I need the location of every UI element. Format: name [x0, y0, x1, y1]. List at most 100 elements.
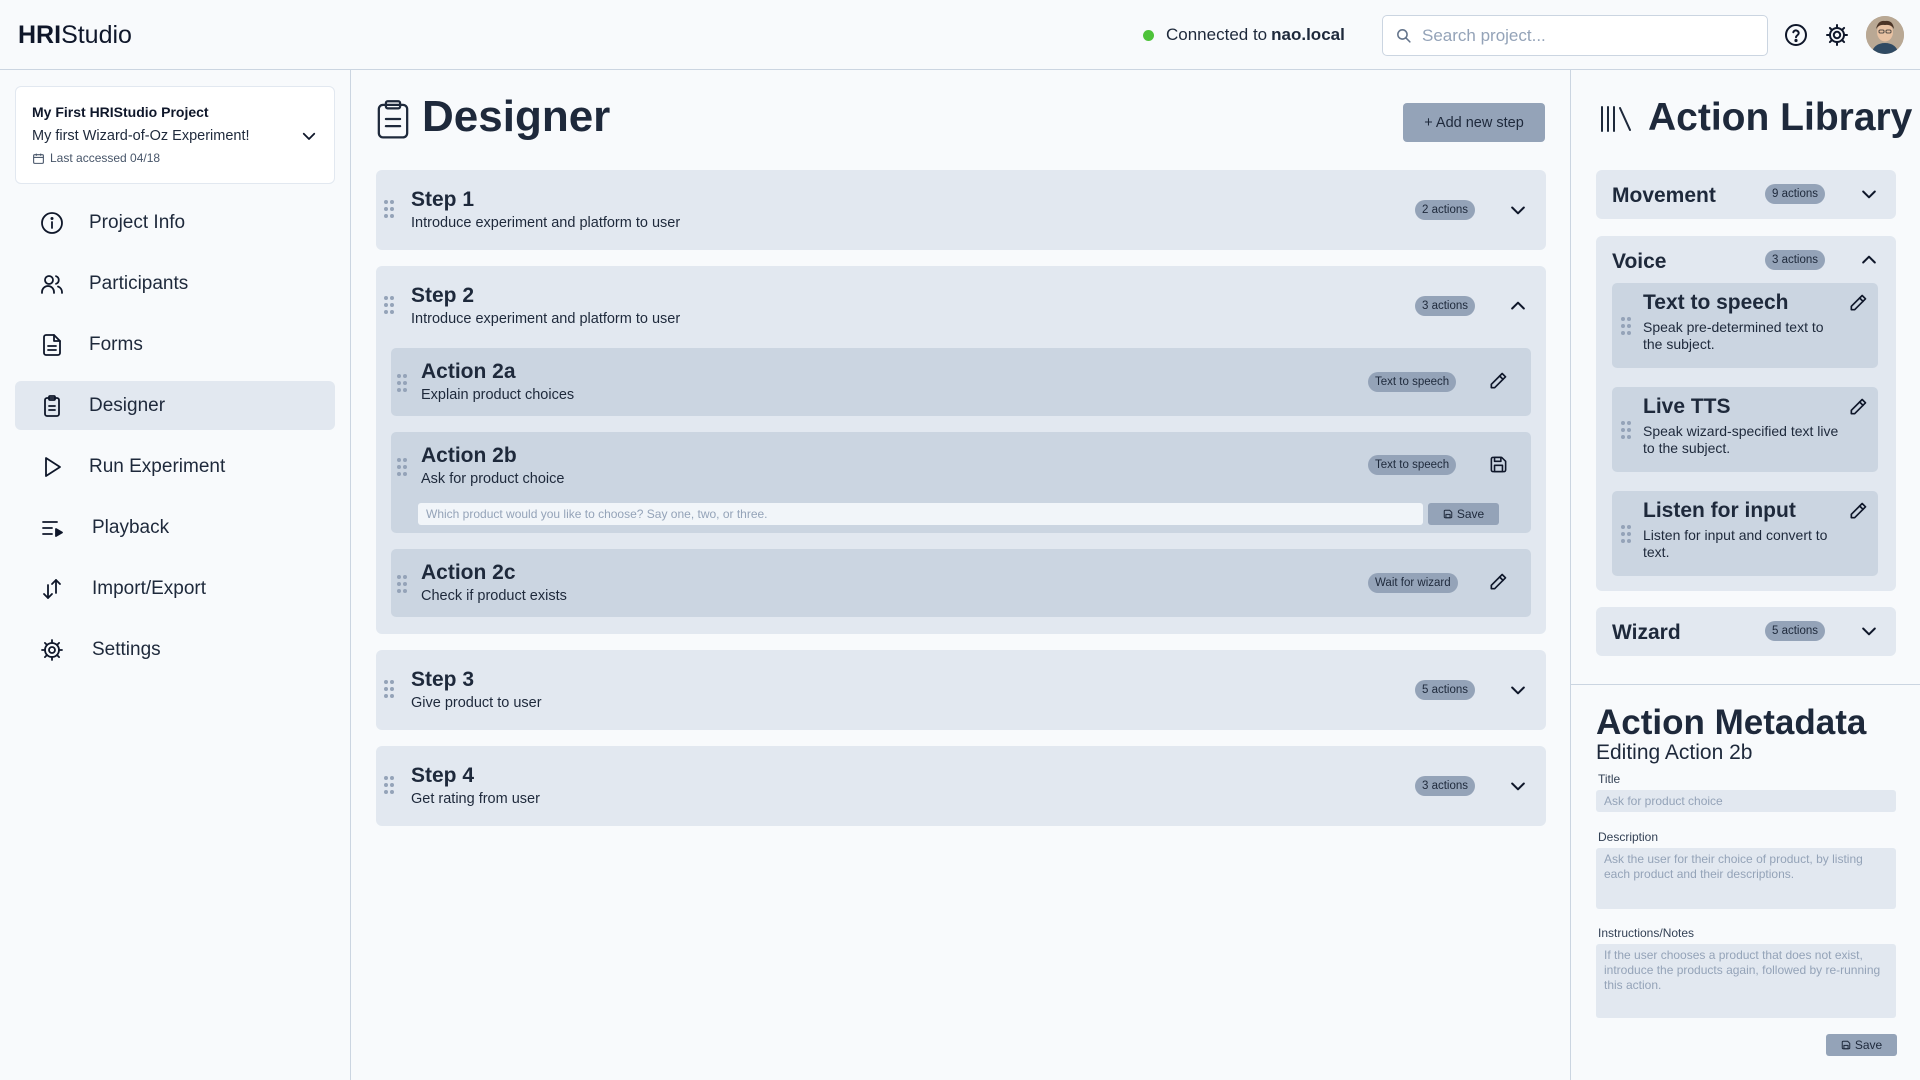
library-item-text-to-speech[interactable]: Text to speech Speak pre-determined text…: [1612, 283, 1878, 368]
sidebar: My First HRIStudio Project My first Wiza…: [0, 70, 351, 1080]
drag-handle-icon[interactable]: [396, 372, 408, 394]
sidebar-item-label: Import/Export: [92, 578, 207, 599]
library-item-title: Text to speech: [1643, 291, 1789, 314]
chevron-down-icon[interactable]: [300, 127, 318, 145]
action-count-badge: 5 actions: [1765, 621, 1826, 641]
sidebar-item-project-info[interactable]: Project Info: [15, 198, 335, 247]
users-icon: [40, 272, 64, 296]
sidebar-item-playback[interactable]: Playback: [15, 503, 335, 552]
inline-save-button[interactable]: Save: [1428, 503, 1499, 525]
save-icon[interactable]: [1489, 455, 1508, 474]
pencil-icon[interactable]: [1488, 371, 1508, 391]
sidebar-item-designer[interactable]: Designer: [15, 381, 335, 430]
library-item-description: Speak pre-determined text to the subject…: [1643, 319, 1824, 352]
pencil-icon[interactable]: [1488, 572, 1508, 592]
action-title: Action 2c: [421, 561, 516, 584]
sidebar-item-participants[interactable]: Participants: [15, 259, 335, 308]
action-card[interactable]: Action 2a Explain product choices Text t…: [391, 348, 1531, 416]
step-title: Step 4: [411, 764, 475, 787]
chevron-down-icon[interactable]: [1508, 680, 1528, 700]
pencil-icon[interactable]: [1848, 501, 1868, 521]
sidebar-item-import-export[interactable]: Import/Export: [15, 564, 335, 613]
sidebar-item-label: Participants: [89, 273, 189, 294]
pencil-icon[interactable]: [1848, 397, 1868, 417]
drag-handle-icon[interactable]: [383, 774, 395, 796]
drag-handle-icon[interactable]: [383, 294, 395, 316]
chevron-up-icon[interactable]: [1508, 296, 1528, 316]
chevron-down-icon[interactable]: [1508, 776, 1528, 796]
description-field[interactable]: [1596, 848, 1896, 909]
sidebar-item-label: Designer: [89, 395, 166, 416]
action-card[interactable]: Action 2b Ask for product choice Text to…: [391, 432, 1531, 533]
drag-handle-icon[interactable]: [1620, 523, 1632, 545]
gear-icon[interactable]: [1825, 23, 1849, 47]
notes-label: Instructions/Notes: [1598, 926, 1695, 940]
chevron-down-icon[interactable]: [1508, 200, 1528, 220]
category-title: Movement: [1612, 184, 1716, 207]
top-bar: HRIStudio Connected to nao.local: [0, 0, 1920, 70]
action-description: Check if product exists: [421, 588, 567, 604]
drag-handle-icon[interactable]: [396, 573, 408, 595]
library-item-live-tts[interactable]: Live TTS Speak wizard-specified text liv…: [1612, 387, 1878, 472]
action-count-badge: 3 actions: [1765, 250, 1826, 270]
save-icon: [1443, 509, 1457, 519]
action-card[interactable]: Action 2c Check if product exists Wait f…: [391, 549, 1531, 617]
search-box[interactable]: [1382, 15, 1768, 56]
action-description: Explain product choices: [421, 387, 575, 403]
panel-divider: [1571, 684, 1920, 685]
sidebar-item-label: Forms: [89, 334, 143, 355]
category-title: Wizard: [1612, 621, 1681, 644]
sidebar-item-forms[interactable]: Forms: [15, 320, 335, 369]
project-selector[interactable]: My First HRIStudio Project My first Wiza…: [15, 86, 335, 184]
drag-handle-icon[interactable]: [396, 456, 408, 478]
connection-host: nao.local: [1271, 25, 1345, 44]
sidebar-item-label: Playback: [92, 517, 170, 538]
step-card[interactable]: Step 2 Introduce experiment and platform…: [376, 266, 1546, 634]
step-card[interactable]: Step 4 Get rating from user 3 actions: [376, 746, 1546, 826]
step-card[interactable]: Step 1 Introduce experiment and platform…: [376, 170, 1546, 250]
chevron-down-icon[interactable]: [1859, 621, 1879, 641]
sidebar-nav: Project Info Participants Forms Designer…: [15, 198, 335, 686]
title-field[interactable]: [1596, 790, 1896, 812]
help-icon[interactable]: [1784, 23, 1808, 47]
chevron-down-icon[interactable]: [1859, 184, 1879, 204]
avatar[interactable]: [1866, 16, 1904, 54]
step-description: Give product to user: [411, 695, 542, 711]
drag-handle-icon[interactable]: [383, 198, 395, 220]
library-icon: [1599, 104, 1633, 134]
project-title: My First HRIStudio Project: [32, 104, 209, 120]
chevron-up-icon[interactable]: [1859, 250, 1879, 270]
step-description: Get rating from user: [411, 791, 540, 807]
clipboard-icon: [376, 98, 410, 140]
action-description: Ask for product choice: [421, 471, 565, 487]
library-item-listen-for-input[interactable]: Listen for input Listen for input and co…: [1612, 491, 1878, 576]
app-logo[interactable]: HRIStudio: [18, 21, 132, 50]
category-voice[interactable]: Voice 3 actions Text to speech Speak pre…: [1596, 236, 1896, 591]
metadata-save-button[interactable]: Save: [1826, 1034, 1897, 1056]
metadata-subtitle: Editing Action 2b: [1596, 741, 1753, 764]
status-dot: [1143, 29, 1154, 41]
step-card[interactable]: Step 3 Give product to user 5 actions: [376, 650, 1546, 730]
sidebar-item-run-experiment[interactable]: Run Experiment: [15, 442, 335, 491]
add-step-button[interactable]: + Add new step: [1403, 103, 1545, 142]
save-label: Save: [1854, 1038, 1883, 1052]
sidebar-item-label: Run Experiment: [89, 456, 226, 477]
action-type-badge: Wait for wizard: [1368, 573, 1458, 593]
info-icon: [40, 211, 64, 235]
drag-handle-icon[interactable]: [383, 678, 395, 700]
sidebar-item-settings[interactable]: Settings: [15, 625, 335, 674]
play-icon: [40, 455, 64, 479]
action-text-input[interactable]: [418, 503, 1423, 525]
pencil-icon[interactable]: [1848, 293, 1868, 313]
drag-handle-icon[interactable]: [1620, 315, 1632, 337]
search-icon: [1395, 27, 1412, 44]
last-accessed-text: Last accessed 04/18: [50, 151, 161, 165]
drag-handle-icon[interactable]: [1620, 419, 1632, 441]
sidebar-item-label: Project Info: [89, 212, 186, 233]
page-title: Designer: [422, 92, 611, 141]
category-movement[interactable]: Movement 9 actions: [1596, 170, 1896, 219]
action-type-badge: Text to speech: [1368, 372, 1457, 392]
notes-field[interactable]: [1596, 944, 1896, 1018]
category-wizard[interactable]: Wizard 5 actions: [1596, 607, 1896, 656]
search-input[interactable]: [1422, 25, 1742, 46]
